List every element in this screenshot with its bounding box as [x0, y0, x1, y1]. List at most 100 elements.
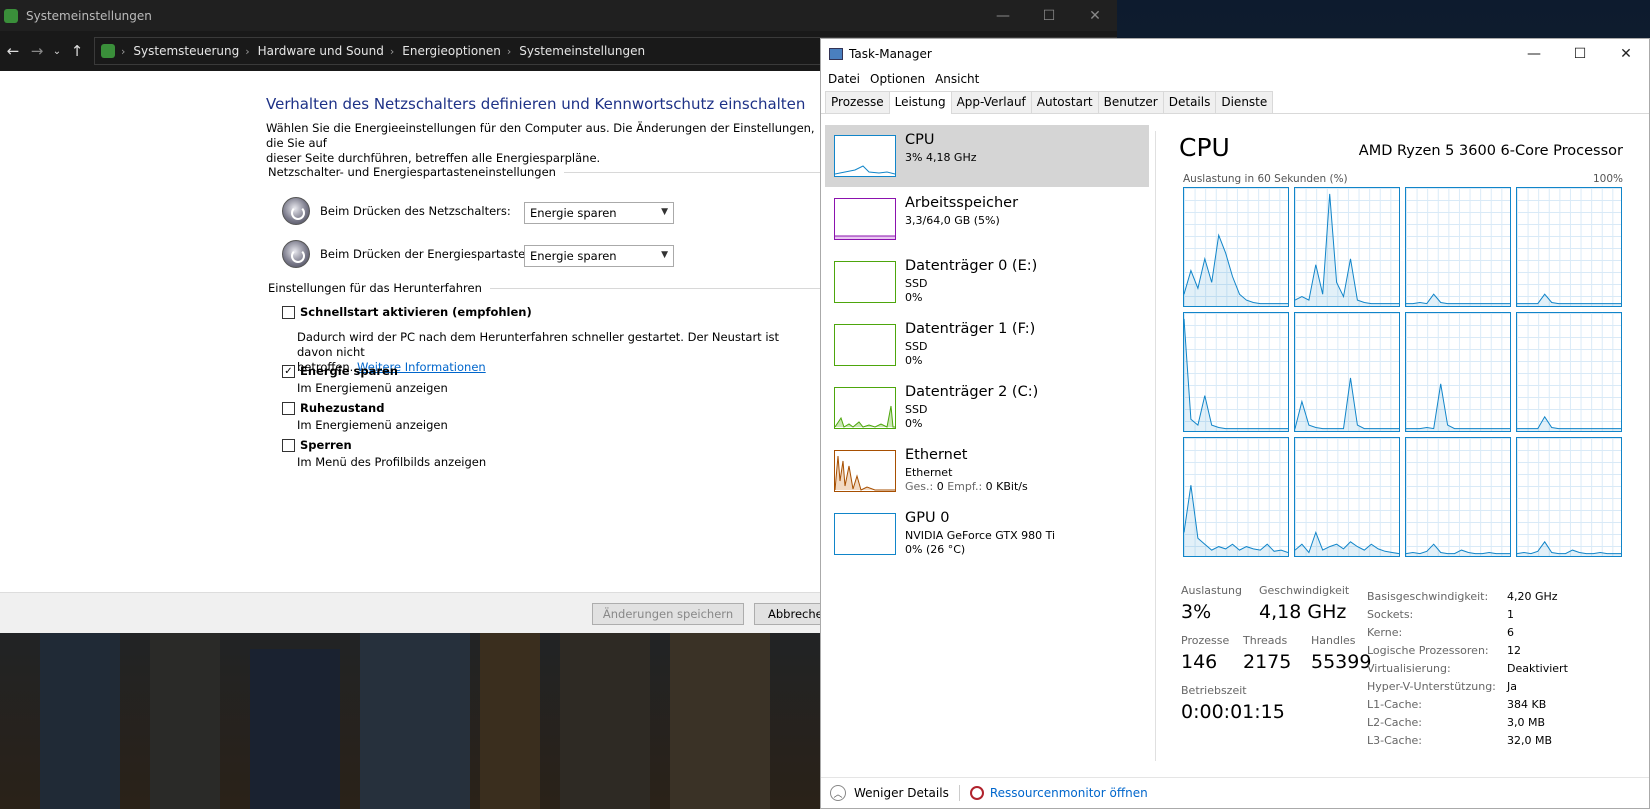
checkbox[interactable]: [282, 402, 295, 415]
close-icon[interactable]: ✕: [1603, 39, 1649, 68]
chevron-down-icon[interactable]: ⌄: [50, 36, 64, 66]
minimize-icon[interactable]: —: [1511, 39, 1557, 68]
resource-name: Datenträger 0 (E:): [905, 258, 1038, 274]
divider: [489, 287, 828, 289]
resource-name: Arbeitsspeicher: [905, 195, 1019, 211]
forward-arrow-icon[interactable]: →: [26, 36, 48, 66]
resource-disk-2[interactable]: Datenträger 2 (C:) SSD 0%: [825, 377, 1149, 439]
fewer-details-button[interactable]: Weniger Details: [854, 786, 949, 800]
checkbox-checked[interactable]: ✓: [282, 365, 295, 378]
group-header-power-buttons: Netzschalter- und Energiespartasteneinst…: [268, 165, 828, 179]
resource-cpu[interactable]: CPU 3% 4,18 GHz: [825, 125, 1149, 187]
chevron-right-icon: ›: [245, 44, 250, 58]
hibernate-checkbox[interactable]: Ruhezustand: [282, 401, 384, 415]
sleep-checkbox[interactable]: ✓ Energie sparen: [282, 364, 398, 378]
send-label: Ges.:: [905, 480, 934, 493]
spec-value: 3,0 MB: [1507, 716, 1546, 729]
core-graph-svg: [1295, 377, 1399, 431]
resource-detail: NVIDIA GeForce GTX 980 Ti: [905, 529, 1056, 542]
tab-details[interactable]: Details: [1162, 91, 1217, 113]
breadcrumb-item[interactable]: Hardware und Sound: [258, 44, 384, 58]
resource-name: Datenträger 2 (C:): [905, 384, 1039, 400]
checkbox[interactable]: [282, 439, 295, 452]
chevron-up-icon[interactable]: ︿: [830, 785, 846, 801]
checkbox[interactable]: [282, 306, 295, 319]
resource-name: Datenträger 1 (F:): [905, 321, 1036, 337]
tab-autostart[interactable]: Autostart: [1030, 91, 1099, 113]
graph-label: Auslastung in 60 Sekunden (%): [1183, 173, 1348, 185]
maximize-icon[interactable]: ☐: [1557, 39, 1603, 68]
processes-value: 146: [1181, 651, 1218, 673]
power-button-label: Beim Drücken des Netzschalters:: [320, 204, 511, 218]
send-value: 0: [936, 480, 944, 493]
uptime-value: 0:00:01:15: [1181, 701, 1285, 723]
breadcrumb-item[interactable]: Systemeinstellungen: [519, 44, 645, 58]
resource-ethernet[interactable]: Ethernet Ethernet Ges.: 0 Empf.: 0 KBit/…: [825, 440, 1149, 502]
divider: [958, 785, 960, 801]
control-panel-icon: [4, 8, 18, 23]
handles-label: Handles: [1311, 634, 1356, 647]
back-arrow-icon[interactable]: ←: [2, 36, 24, 66]
group-title: Einstellungen für das Herunterfahren: [268, 281, 482, 295]
save-button[interactable]: Änderungen speichern: [592, 603, 744, 625]
tab-prozesse[interactable]: Prozesse: [825, 91, 890, 113]
tab-benutzer[interactable]: Benutzer: [1097, 91, 1164, 113]
close-icon[interactable]: ✕: [1072, 0, 1117, 31]
fast-startup-checkbox[interactable]: Schnellstart aktivieren (empfohlen): [282, 305, 532, 319]
up-arrow-icon[interactable]: ↑: [66, 36, 88, 66]
power-button-select[interactable]: Energie sparen ▼: [524, 202, 674, 224]
core-graph-svg: [1406, 293, 1510, 306]
tab-leistung[interactable]: Leistung: [888, 91, 952, 114]
breadcrumb-item[interactable]: Systemsteuerung: [133, 44, 239, 58]
maximize-icon[interactable]: ☐: [1026, 0, 1072, 31]
spec-key: Logische Prozessoren:: [1367, 644, 1489, 657]
menu-datei[interactable]: Datei: [828, 72, 860, 86]
cpu-core-graph: [1516, 312, 1622, 432]
building: [560, 619, 650, 809]
intro-line: dieser Seite durchführen, betreffen alle…: [266, 151, 601, 165]
task-manager-window: Task-Manager — ☐ ✕ Datei Optionen Ansich…: [820, 38, 1650, 809]
spec-value: 4,20 GHz: [1507, 590, 1558, 603]
tab-app-verlauf[interactable]: App-Verlauf: [950, 91, 1032, 113]
processes-label: Prozesse: [1181, 634, 1230, 647]
graph-max-label: 100%: [1592, 173, 1623, 185]
resource-disk-1[interactable]: Datenträger 1 (F:) SSD 0%: [825, 314, 1149, 376]
cpu-core-graph: [1405, 312, 1511, 432]
spec-value: Deaktiviert: [1507, 662, 1568, 675]
select-value: Energie sparen: [530, 206, 617, 220]
resource-monitor-icon: [969, 786, 984, 800]
sleep-button-select[interactable]: Energie sparen ▼: [524, 245, 674, 267]
core-graph-area: [1184, 318, 1288, 431]
spec-value: 12: [1507, 644, 1521, 657]
cpu-core-graph: [1183, 187, 1289, 307]
menu-ansicht[interactable]: Ansicht: [935, 72, 979, 86]
ethernet-thumbnail-graph: [834, 455, 895, 491]
threads-value: 2175: [1243, 651, 1292, 673]
core-graph-line: [1406, 543, 1510, 555]
resource-monitor-link[interactable]: Ressourcenmonitor öffnen: [990, 786, 1148, 800]
minimize-icon[interactable]: —: [980, 0, 1026, 31]
resource-gpu[interactable]: GPU 0 NVIDIA GeForce GTX 980 Ti 0% (26 °…: [825, 503, 1149, 565]
resource-name: GPU 0: [905, 510, 950, 526]
building: [670, 609, 770, 809]
resource-memory[interactable]: Arbeitsspeicher 3,3/64,0 GB (5%): [825, 188, 1149, 250]
spec-key: L2-Cache:: [1367, 716, 1423, 729]
tab-dienste[interactable]: Dienste: [1215, 91, 1274, 113]
resource-detail: Ges.: 0 Empf.: 0 KBit/s: [905, 480, 1028, 493]
resource-detail: 0%: [905, 417, 923, 430]
cpu-core-graph: [1405, 437, 1511, 557]
spec-key: Kerne:: [1367, 626, 1403, 639]
core-graph-line: [1184, 318, 1288, 430]
core-graph-area: [1184, 485, 1288, 556]
resource-detail: SSD: [905, 277, 928, 290]
resource-disk-0[interactable]: Datenträger 0 (E:) SSD 0%: [825, 251, 1149, 313]
breadcrumb-item[interactable]: Energieoptionen: [402, 44, 501, 58]
resource-detail: 3,3/64,0 GB (5%): [905, 214, 1000, 227]
receive-value: 0 KBit/s: [985, 480, 1028, 493]
control-panel-icon: [101, 44, 115, 58]
menu-optionen[interactable]: Optionen: [870, 72, 925, 86]
resource-detail: 0%: [905, 354, 923, 367]
lock-checkbox[interactable]: Sperren: [282, 438, 352, 452]
utilization-value: 3%: [1181, 601, 1212, 623]
cpu-thumbnail: [834, 135, 896, 177]
